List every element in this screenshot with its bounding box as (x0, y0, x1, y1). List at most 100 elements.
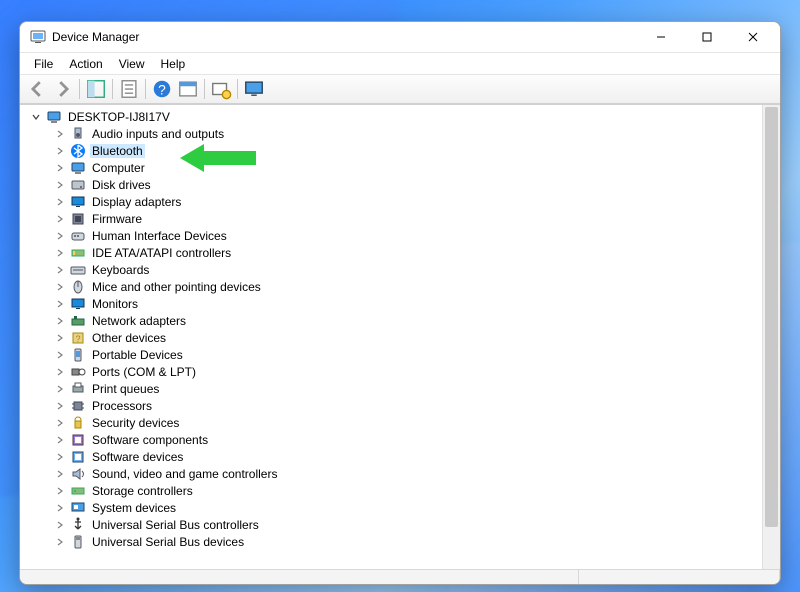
tree-item[interactable]: IDE ATA/ATAPI controllers (24, 244, 762, 261)
expand-icon[interactable] (52, 415, 68, 431)
network-icon (70, 313, 86, 329)
maximize-button[interactable] (684, 22, 730, 52)
expand-icon[interactable] (52, 177, 68, 193)
expand-icon[interactable] (52, 262, 68, 278)
ports-icon (70, 364, 86, 380)
devices-by-type-button[interactable] (242, 77, 266, 101)
device-tree[interactable]: DESKTOP-IJ8I17V Audio inputs and outputs… (20, 105, 762, 569)
expand-icon[interactable] (52, 245, 68, 261)
toolbar-separator (237, 79, 238, 99)
tree-item-label: Software components (90, 433, 210, 447)
tree-item-label: Ports (COM & LPT) (90, 365, 198, 379)
tree-item[interactable]: Print queues (24, 380, 762, 397)
toolbar: ? (20, 75, 780, 104)
tree-item-label: Display adapters (90, 195, 183, 209)
tree-item[interactable]: Universal Serial Bus devices (24, 533, 762, 550)
expand-icon[interactable] (52, 194, 68, 210)
scrollbar-thumb[interactable] (765, 107, 778, 527)
menu-help[interactable]: Help (153, 55, 194, 73)
menubar: File Action View Help (20, 52, 780, 75)
cpu-icon (70, 398, 86, 414)
collapse-icon[interactable] (28, 109, 44, 125)
expand-icon[interactable] (52, 466, 68, 482)
action-button[interactable] (176, 77, 200, 101)
svg-text:?: ? (75, 334, 80, 344)
help-button[interactable]: ? (150, 77, 174, 101)
close-button[interactable] (730, 22, 776, 52)
expand-icon[interactable] (52, 126, 68, 142)
expand-icon[interactable] (52, 279, 68, 295)
other-icon: ? (70, 330, 86, 346)
tree-item[interactable]: Software devices (24, 448, 762, 465)
tree-item-label: Other devices (90, 331, 168, 345)
expand-icon[interactable] (52, 534, 68, 550)
menu-action[interactable]: Action (61, 55, 110, 73)
tree-item[interactable]: Sound, video and game controllers (24, 465, 762, 482)
tree-item[interactable]: Audio inputs and outputs (24, 125, 762, 142)
tree-item-label: IDE ATA/ATAPI controllers (90, 246, 233, 260)
tree-item[interactable]: Network adapters (24, 312, 762, 329)
expand-icon[interactable] (52, 500, 68, 516)
tree-item-label: Keyboards (90, 263, 151, 277)
tree-item[interactable]: Disk drives (24, 176, 762, 193)
tree-item-label: Software devices (90, 450, 185, 464)
menu-file[interactable]: File (26, 55, 61, 73)
tree-root[interactable]: DESKTOP-IJ8I17V (24, 108, 762, 125)
computer-icon (46, 109, 62, 125)
tree-item-label: Bluetooth (90, 144, 145, 158)
tree-item[interactable]: Ports (COM & LPT) (24, 363, 762, 380)
tree-item[interactable]: Firmware (24, 210, 762, 227)
expand-icon[interactable] (52, 143, 68, 159)
menu-view[interactable]: View (111, 55, 153, 73)
expand-icon[interactable] (52, 313, 68, 329)
titlebar[interactable]: Device Manager (20, 22, 780, 52)
expand-icon[interactable] (52, 398, 68, 414)
tree-item[interactable]: System devices (24, 499, 762, 516)
forward-button[interactable] (51, 77, 75, 101)
usbdev-icon (70, 534, 86, 550)
storage-icon (70, 483, 86, 499)
tree-item[interactable]: Monitors (24, 295, 762, 312)
tree-item[interactable]: Universal Serial Bus controllers (24, 516, 762, 533)
tree-item[interactable]: Display adapters (24, 193, 762, 210)
tree-item-label: Monitors (90, 297, 140, 311)
disk-icon (70, 177, 86, 193)
minimize-button[interactable] (638, 22, 684, 52)
expand-icon[interactable] (52, 296, 68, 312)
vertical-scrollbar[interactable] (762, 105, 780, 569)
expand-icon[interactable] (52, 432, 68, 448)
expand-icon[interactable] (52, 211, 68, 227)
tree-item[interactable]: Mice and other pointing devices (24, 278, 762, 295)
tree-item-label: Print queues (90, 382, 161, 396)
monitor-icon (70, 296, 86, 312)
tree-item[interactable]: Security devices (24, 414, 762, 431)
expand-icon[interactable] (52, 517, 68, 533)
scan-hardware-button[interactable] (209, 77, 233, 101)
expand-icon[interactable] (52, 483, 68, 499)
expand-icon[interactable] (52, 381, 68, 397)
tree-item[interactable]: Portable Devices (24, 346, 762, 363)
expand-icon[interactable] (52, 364, 68, 380)
show-hide-tree-button[interactable] (84, 77, 108, 101)
tree-item[interactable]: Software components (24, 431, 762, 448)
tree-item-label: Mice and other pointing devices (90, 280, 263, 294)
speaker-icon (70, 126, 86, 142)
expand-icon[interactable] (52, 449, 68, 465)
app-icon (30, 29, 46, 45)
expand-icon[interactable] (52, 228, 68, 244)
expand-icon[interactable] (52, 330, 68, 346)
back-button[interactable] (25, 77, 49, 101)
tree-item[interactable]: Processors (24, 397, 762, 414)
properties-button[interactable] (117, 77, 141, 101)
swcomp-icon (70, 432, 86, 448)
statusbar (20, 569, 780, 584)
security-icon (70, 415, 86, 431)
tree-item[interactable]: Computer (24, 159, 762, 176)
tree-item[interactable]: Bluetooth (24, 142, 762, 159)
tree-item[interactable]: Human Interface Devices (24, 227, 762, 244)
tree-item[interactable]: Storage controllers (24, 482, 762, 499)
tree-item[interactable]: Keyboards (24, 261, 762, 278)
expand-icon[interactable] (52, 347, 68, 363)
tree-item[interactable]: ? Other devices (24, 329, 762, 346)
expand-icon[interactable] (52, 160, 68, 176)
